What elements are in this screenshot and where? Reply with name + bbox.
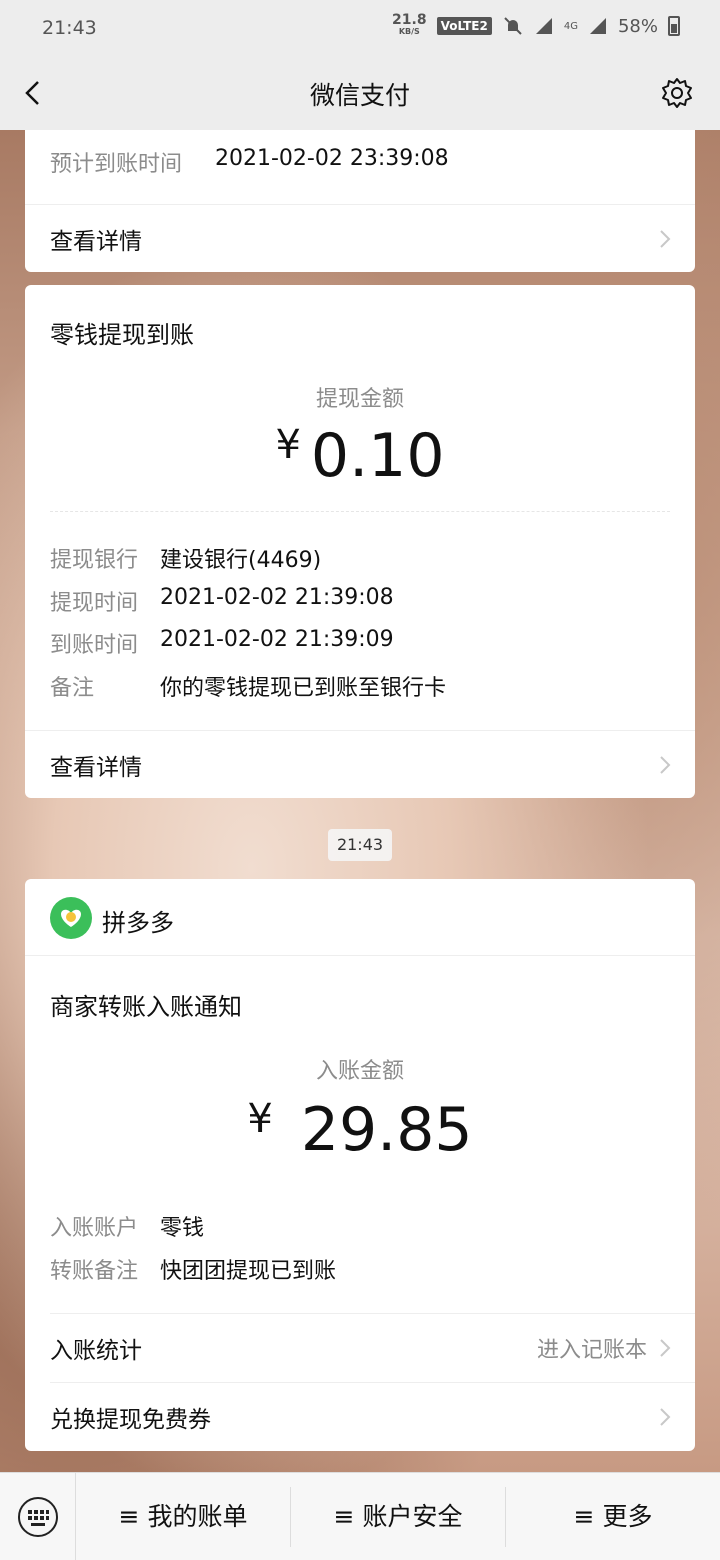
battery-percent: 58% [617,15,658,37]
info-row: 提现时间 2021-02-02 21:39:08 [50,585,394,616]
info-row: 提现银行 建设银行(4469) [50,548,322,573]
menu-more[interactable]: ≡ 更多 [506,1487,720,1547]
amount-value: ¥0.10 [275,421,445,491]
network-speed: 21.8 KB/S [392,12,427,36]
signal-icon-2 [589,18,606,34]
chevron-right-icon [660,230,671,248]
chevron-right-icon [660,756,671,774]
chevron-right-icon [660,1408,671,1426]
signal-icon [535,18,552,34]
page-title: 微信支付 [309,81,410,110]
card-title: 商家转账入账通知 [50,993,242,1021]
status-bar: 21:43 21.8 KB/S VoLTE2 4G 58% [0,0,720,56]
navigation-bar: 微信支付 [0,56,720,130]
bell-muted-icon [504,17,522,35]
bottom-menu-bar: ≡ 我的账单 ≡ 账户安全 ≡ 更多 [0,1472,720,1560]
battery-icon [668,16,680,36]
keyboard-icon [17,1496,58,1537]
info-row: 转账备注 快团团提现已到账 [50,1259,337,1284]
info-row: 到账时间 2021-02-02 21:39:09 [50,627,394,658]
amount-label: 提现金额 [315,387,404,412]
volte-badge: VoLTE2 [436,17,492,35]
status-time: 21:43 [42,17,97,39]
withdraw-pending-card: 预计到账时间 2021-02-02 23:39:08 查看详情 [25,130,695,272]
coupon-row[interactable]: 兑换提现免费券 [50,1382,695,1450]
pinduoduo-logo-icon [50,897,92,939]
card-title: 零钱提现到账 [50,321,194,349]
keyboard-toggle[interactable] [0,1472,76,1560]
expected-time-row: 预计到账时间 2021-02-02 23:39:08 [50,146,449,177]
message-timestamp: 21:43 [328,829,392,861]
settings-gear-icon[interactable] [660,76,694,110]
withdraw-arrived-card: 零钱提现到账 提现金额 ¥0.10 提现银行 建设银行(4469) 提现时间 2… [25,285,695,798]
merchant-transfer-card: 拼多多 商家转账入账通知 入账金额 ¥29.85 入账账户 零钱 转账备注 快团… [25,879,695,1451]
ledger-link[interactable]: 进入记账本 [537,1332,647,1364]
merchant-name: 拼多多 [102,909,174,937]
status-icons: 21.8 KB/S VoLTE2 4G 58% [392,12,680,38]
merchant-header[interactable]: 拼多多 [25,879,695,956]
network-type: 4G [563,20,578,32]
amount-value: ¥29.85 [247,1095,473,1165]
chevron-right-icon [660,1339,671,1357]
menu-my-bills[interactable]: ≡ 我的账单 [76,1486,291,1547]
info-row: 备注 你的零钱提现已到账至银行卡 [50,676,447,701]
view-details-row[interactable]: 查看详情 [25,730,695,798]
income-stats-row[interactable]: 入账统计 进入记账本 [50,1313,695,1381]
divider [50,511,670,512]
view-details-row[interactable]: 查看详情 [25,204,695,272]
info-row: 入账账户 零钱 [50,1216,205,1241]
amount-label: 入账金额 [315,1059,404,1084]
menu-account-security[interactable]: ≡ 账户安全 [291,1486,506,1547]
